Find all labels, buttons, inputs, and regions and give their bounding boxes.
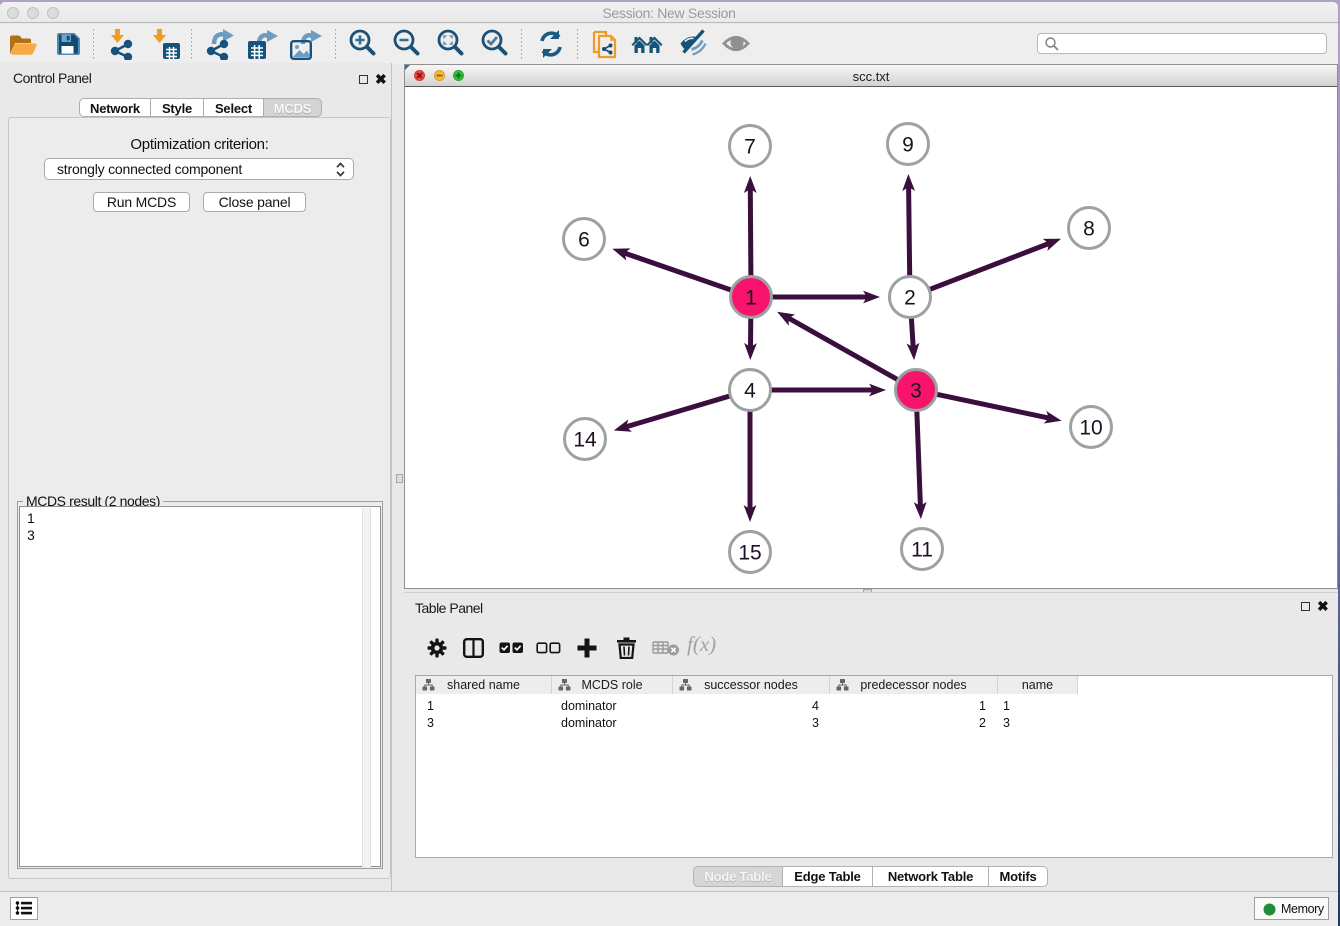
svg-text:7: 7 — [744, 136, 756, 159]
svg-text:10: 10 — [1079, 417, 1102, 440]
svg-text:6: 6 — [578, 229, 590, 252]
svg-text:2: 2 — [904, 287, 916, 310]
svg-text:1: 1 — [745, 287, 757, 310]
svg-text:11: 11 — [911, 539, 933, 562]
svg-text:9: 9 — [902, 134, 914, 157]
svg-text:4: 4 — [744, 380, 756, 403]
svg-text:3: 3 — [910, 380, 922, 403]
svg-text:8: 8 — [1083, 218, 1095, 241]
svg-text:14: 14 — [573, 429, 597, 452]
svg-text:15: 15 — [738, 542, 761, 565]
